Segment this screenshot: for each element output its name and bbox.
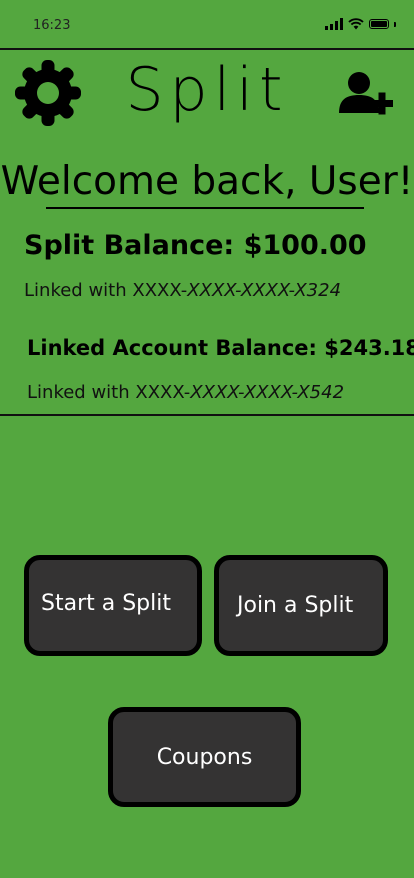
header-top-divider [0, 48, 414, 50]
add-user-icon[interactable] [339, 70, 395, 118]
welcome-underline [46, 207, 364, 209]
join-split-button[interactable]: Join a Split [214, 555, 388, 656]
start-split-label: Start a Split [41, 591, 171, 616]
split-linked-account: Linked with XXXX-XXXX-XXXX-X324 [24, 280, 341, 301]
bank-linked-account: Linked with XXXX-XXXX-XXXX-X542 [27, 382, 344, 403]
battery-tip [394, 21, 396, 27]
welcome-heading: Welcome back, User! [0, 159, 414, 204]
section-divider [0, 414, 414, 416]
start-split-button[interactable]: Start a Split [24, 555, 202, 656]
status-icons [325, 18, 396, 30]
join-split-label: Join a Split [237, 593, 354, 618]
status-time: 16:23 [33, 18, 71, 33]
linked-account-masked: XXXX-XXXX-X542 [190, 382, 345, 403]
linked-account-lead: XXXX- [135, 382, 191, 403]
coupons-button[interactable]: Coupons [108, 707, 301, 807]
linked-account-masked: XXXX-XXXX-X324 [187, 280, 342, 301]
linked-prefix: Linked with [24, 280, 133, 301]
linked-account-lead: XXXX- [132, 280, 188, 301]
signal-icon [325, 18, 343, 30]
linked-prefix: Linked with [27, 382, 136, 403]
battery-icon [369, 19, 389, 29]
linked-account-balance: Linked Account Balance: $243.18 [27, 336, 414, 360]
split-balance: Split Balance: $100.00 [24, 230, 367, 261]
wifi-icon [348, 18, 364, 30]
status-bar: 16:23 [0, 0, 414, 48]
coupons-label: Coupons [156, 744, 253, 770]
